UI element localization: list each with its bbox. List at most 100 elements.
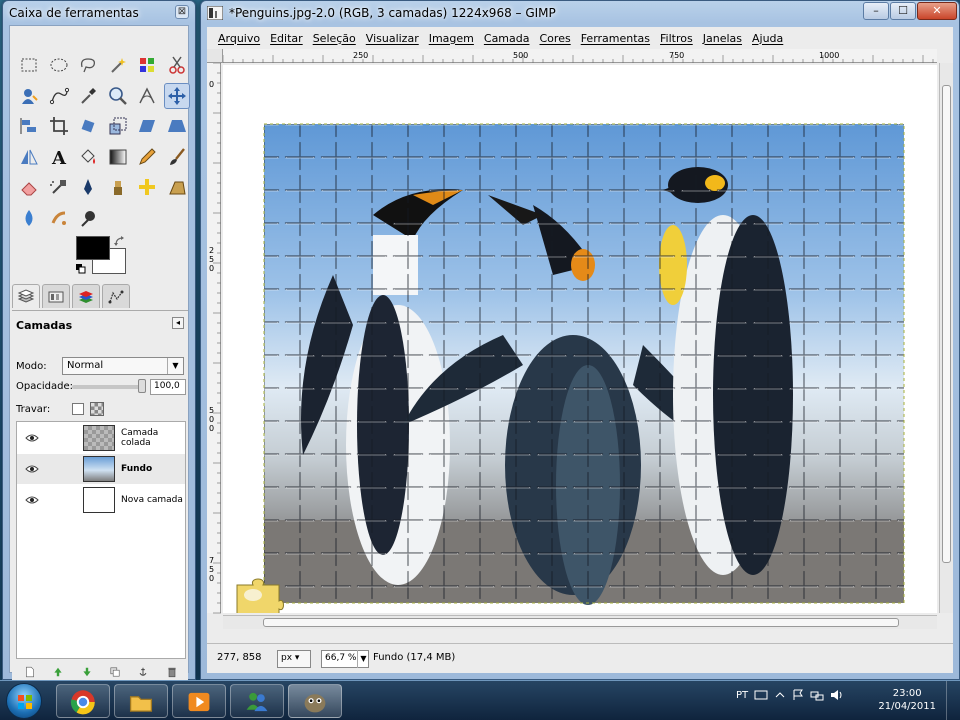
scissors-tool-button[interactable] [164, 52, 190, 78]
opacity-slider-track[interactable] [72, 385, 144, 389]
crop-tool-button[interactable] [46, 113, 72, 139]
image-window-titlebar[interactable]: *Penguins.jpg-2.0 (RGB, 3 camadas) 1224x… [201, 1, 959, 25]
vertical-scrollbar[interactable] [939, 63, 953, 613]
rotate-tool-button[interactable] [75, 113, 101, 139]
pencil-tool-button[interactable] [134, 144, 160, 170]
taskbar-chrome-button[interactable] [56, 684, 110, 718]
action-center-flag-icon[interactable] [792, 689, 804, 701]
menu-ferramentas[interactable]: Ferramentas [576, 32, 655, 45]
reset-colors-icon[interactable] [76, 264, 86, 274]
language-indicator[interactable]: PT [736, 690, 748, 701]
keyboard-icon[interactable] [754, 689, 768, 701]
bucket-fill-tool-button[interactable] [75, 144, 101, 170]
menu-camada[interactable]: Camada [479, 32, 535, 45]
vertical-scrollbar-thumb[interactable] [942, 85, 951, 563]
clone-tool-button[interactable] [105, 174, 131, 200]
raise-layer-button[interactable] [52, 666, 64, 678]
dodge-burn-tool-button[interactable] [75, 205, 101, 231]
duplicate-layer-button[interactable] [109, 666, 121, 678]
horizontal-ruler[interactable]: 250 500 750 1000 [223, 49, 937, 63]
foreground-select-tool-button[interactable] [16, 83, 42, 109]
taskbar-media-player-button[interactable] [172, 684, 226, 718]
lasso-tool-button[interactable] [75, 52, 101, 78]
heal-tool-button[interactable] [134, 174, 160, 200]
horizontal-scrollbar-thumb[interactable] [263, 618, 899, 627]
new-layer-button[interactable] [24, 666, 36, 678]
eraser-tool-button[interactable] [16, 174, 42, 200]
swap-colors-icon[interactable] [114, 236, 126, 248]
text-tool-button[interactable]: A [46, 144, 72, 170]
scale-tool-button[interactable] [105, 113, 131, 139]
ruler-corner[interactable] [207, 49, 223, 63]
tab-undo[interactable] [102, 284, 130, 308]
rect-select-tool-button[interactable] [16, 52, 42, 78]
mode-select[interactable]: Normal ▼ [62, 357, 184, 375]
show-desktop-button[interactable] [946, 681, 960, 720]
delete-layer-button[interactable] [166, 666, 178, 678]
maximize-button[interactable]: ☐ [890, 2, 916, 20]
start-button[interactable] [6, 683, 42, 719]
horizontal-scrollbar[interactable] [223, 615, 937, 629]
eye-icon[interactable] [25, 433, 39, 443]
color-select-tool-button[interactable] [134, 52, 160, 78]
minimize-button[interactable]: – [863, 2, 889, 20]
move-tool-button[interactable] [163, 82, 190, 109]
image-canvas[interactable] [223, 65, 937, 613]
toolbox-close-button[interactable]: ⊠ [175, 5, 189, 19]
menu-arquivo[interactable]: Arquivo [213, 32, 265, 45]
menu-imagem[interactable]: Imagem [424, 32, 479, 45]
layer-row[interactable]: Fundo [17, 454, 185, 484]
ellipse-select-tool-button[interactable] [46, 52, 72, 78]
flip-tool-button[interactable] [16, 144, 42, 170]
blend-tool-button[interactable] [105, 144, 131, 170]
opacity-spinner[interactable]: 100,0 [150, 379, 186, 395]
menu-ajuda[interactable]: Ajuda [747, 32, 788, 45]
lock-pixels-checkbox[interactable] [72, 403, 84, 415]
lock-alpha-icon[interactable] [90, 402, 104, 416]
taskbar-explorer-button[interactable] [114, 684, 168, 718]
volume-icon[interactable] [830, 689, 844, 701]
lower-layer-button[interactable] [81, 666, 93, 678]
fuzzy-select-tool-button[interactable] [105, 52, 131, 78]
clock[interactable]: 23:00 21/04/2011 [878, 687, 936, 713]
menu-visualizar[interactable]: Visualizar [361, 32, 424, 45]
anchor-layer-button[interactable] [137, 666, 149, 678]
network-icon[interactable] [810, 689, 824, 701]
eye-icon[interactable] [25, 495, 39, 505]
menu-filtros[interactable]: Filtros [655, 32, 698, 45]
layer-row[interactable]: Nova camada [17, 485, 185, 515]
measure-tool-button[interactable] [134, 83, 160, 109]
show-hidden-icons-icon[interactable] [774, 689, 786, 701]
chevron-down-icon[interactable]: ▼ [357, 650, 369, 668]
close-button[interactable]: ✕ [917, 2, 957, 20]
taskbar-messenger-button[interactable] [230, 684, 284, 718]
color-picker-tool-button[interactable] [75, 83, 101, 109]
paintbrush-tool-button[interactable] [164, 144, 190, 170]
layer-row[interactable]: Camada colada [17, 423, 185, 453]
foreground-color-swatch[interactable] [76, 236, 110, 260]
airbrush-tool-button[interactable] [46, 174, 72, 200]
ink-tool-button[interactable] [75, 174, 101, 200]
eye-icon[interactable] [25, 464, 39, 474]
menu-cores[interactable]: Cores [535, 32, 576, 45]
menu-selecao[interactable]: Seleção [308, 32, 361, 45]
tab-layers[interactable] [12, 284, 40, 308]
image-viewport[interactable] [223, 65, 937, 613]
toolbox-titlebar[interactable]: Caixa de ferramentas ⊠ [3, 1, 195, 25]
taskbar-gimp-button[interactable] [288, 684, 342, 718]
blur-tool-button[interactable] [16, 205, 42, 231]
zoom-tool-button[interactable] [105, 83, 131, 109]
tab-paths[interactable] [72, 284, 100, 308]
vertical-ruler[interactable]: 0250500750 [207, 63, 221, 614]
shear-tool-button[interactable] [134, 113, 160, 139]
smudge-tool-button[interactable] [46, 205, 72, 231]
menu-janelas[interactable]: Janelas [698, 32, 747, 45]
panel-menu-button[interactable]: ◂ [172, 317, 184, 329]
paths-tool-button[interactable] [46, 83, 72, 109]
tab-channels[interactable] [42, 284, 70, 308]
menu-editar[interactable]: Editar [265, 32, 308, 45]
unit-select[interactable]: px ▾ [277, 650, 311, 668]
perspective-clone-tool-button[interactable] [164, 174, 190, 200]
align-tool-button[interactable] [16, 113, 42, 139]
perspective-tool-button[interactable] [164, 113, 190, 139]
